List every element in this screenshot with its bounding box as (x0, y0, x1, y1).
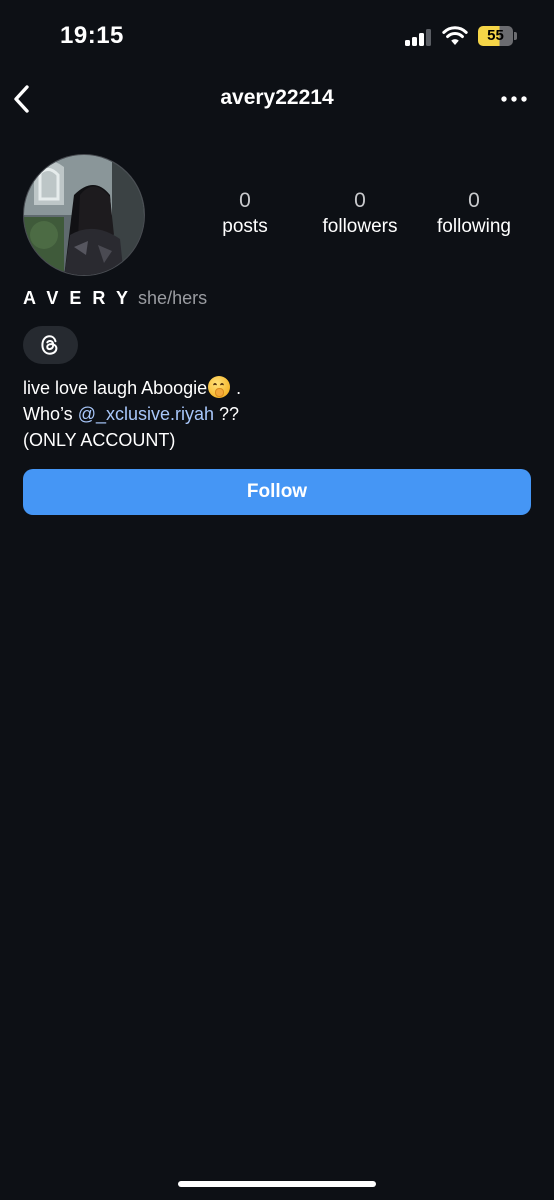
wifi-icon (442, 25, 468, 47)
pronouns: she/hers (138, 288, 208, 308)
profile-bio: live love laugh Aboogie . Who’s @_xclusi… (23, 375, 523, 453)
profile-username-title: avery22214 (220, 86, 334, 109)
bio-text-2-suffix: ?? (214, 404, 240, 424)
posts-label: posts (222, 216, 268, 237)
follow-button[interactable]: Follow (23, 469, 531, 515)
home-indicator[interactable] (178, 1181, 376, 1187)
bio-line-2: Who’s @_xclusive.riyah ?? (23, 401, 523, 427)
following-label: following (437, 216, 511, 237)
more-horizontal-icon (501, 96, 527, 102)
display-name: A V E R Y (23, 288, 132, 308)
face-with-hand-over-mouth-emoji (208, 376, 231, 398)
nav-bar: avery22214 (0, 76, 554, 122)
avatar[interactable] (23, 154, 145, 276)
bio-line-1: live love laugh Aboogie . (23, 375, 523, 401)
status-time: 19:15 (60, 22, 124, 49)
stat-followers[interactable]: 0 followers (305, 188, 415, 240)
posts-count: 0 (239, 189, 251, 212)
profile-name-row: A V E R Y she/hers (23, 288, 207, 309)
battery-icon: 55 (478, 26, 518, 46)
battery-level: 55 (478, 26, 513, 46)
bio-text-1: live love laugh Aboogie (23, 378, 208, 398)
profile-stats: 0 posts 0 followers 0 following (190, 188, 530, 244)
followers-label: followers (322, 216, 398, 237)
stat-posts[interactable]: 0 posts (190, 188, 300, 240)
profile-screen: 19:15 55 avery22214 0 posts 0 followers … (0, 0, 554, 1200)
followers-count: 0 (354, 189, 366, 212)
stat-following[interactable]: 0 following (419, 188, 529, 240)
status-bar: 19:15 55 (0, 0, 554, 76)
bio-line-3: (ONLY ACCOUNT) (23, 430, 176, 450)
profile-photo (24, 155, 144, 275)
threads-badge-button[interactable] (23, 326, 78, 364)
bio-mention-link[interactable]: @_xclusive.riyah (78, 404, 214, 424)
following-count: 0 (468, 189, 480, 212)
bio-text-2-prefix: Who’s (23, 404, 78, 424)
threads-logo-icon (41, 335, 58, 355)
more-options-button[interactable] (500, 90, 528, 108)
cellular-signal-icon (405, 28, 433, 46)
bio-text-1-end: . (231, 378, 242, 398)
